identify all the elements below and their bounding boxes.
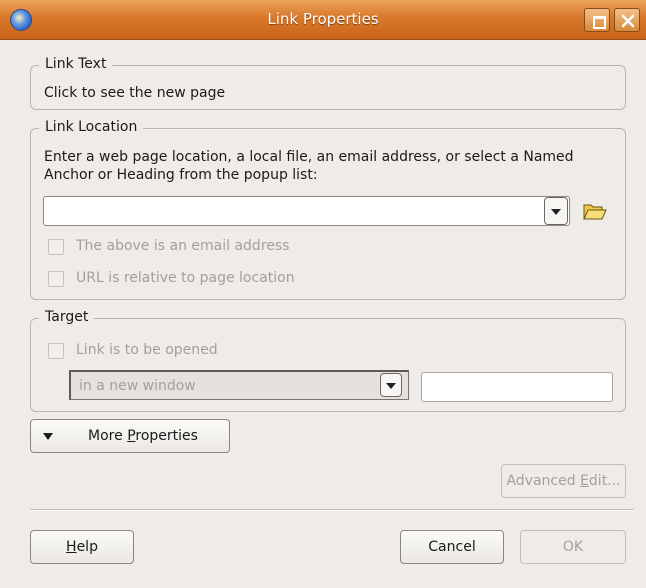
target-name-input[interactable]: [421, 372, 613, 402]
title-bar[interactable]: Link Properties: [0, 0, 646, 40]
link-location-group: Link Location Enter a web page location,…: [30, 119, 626, 300]
email-address-checkbox[interactable]: [48, 239, 64, 255]
advanced-edit-button[interactable]: Advanced Edit...: [501, 464, 626, 498]
link-properties-dialog: Link Properties Link Text Click to see t…: [0, 0, 646, 588]
more-properties-button[interactable]: More Properties: [30, 419, 230, 453]
maximize-button[interactable]: [584, 8, 610, 32]
relative-url-checkbox-label: URL is relative to page location: [76, 270, 295, 286]
help-label-post: elp: [76, 539, 98, 555]
relative-url-checkbox[interactable]: [48, 271, 64, 287]
close-icon: [621, 14, 635, 28]
target-group-label: Target: [39, 309, 95, 325]
expand-arrow-icon: [43, 433, 53, 440]
link-text-group: Link Text Click to see the new page: [30, 56, 626, 110]
cancel-label: Cancel: [428, 539, 476, 555]
advanced-edit-label-key: E: [580, 473, 589, 489]
ok-button[interactable]: OK: [520, 530, 626, 564]
target-window-select-value: in a new window: [79, 378, 196, 394]
url-input[interactable]: [43, 196, 570, 226]
window-title: Link Properties: [267, 10, 379, 28]
dialog-separator: [30, 509, 634, 511]
link-open-checkbox-label: Link is to be opened: [76, 342, 218, 358]
open-folder-icon[interactable]: [583, 201, 607, 221]
close-button[interactable]: [614, 8, 640, 32]
link-location-group-label: Link Location: [39, 119, 144, 135]
cancel-button[interactable]: Cancel: [400, 530, 504, 564]
more-properties-label-pre: More: [88, 428, 128, 444]
relative-url-option[interactable]: URL is relative to page location: [48, 270, 348, 290]
link-location-instructions-line1: Enter a web page location, a local file,…: [44, 149, 574, 165]
target-window-dropdown-button[interactable]: [380, 373, 402, 397]
link-location-instructions-line2: Anchor or Heading from the popup list:: [44, 167, 318, 183]
email-address-option[interactable]: The above is an email address: [48, 238, 348, 258]
link-open-checkbox[interactable]: [48, 343, 64, 359]
email-address-checkbox-label: The above is an email address: [76, 238, 290, 254]
more-properties-label-post: roperties: [135, 428, 198, 444]
help-label-key: H: [66, 539, 77, 555]
advanced-edit-label-post: dit...: [588, 473, 621, 489]
url-dropdown-button[interactable]: [544, 197, 568, 225]
target-group: Target Link is to be opened in a new win…: [30, 309, 626, 412]
help-button[interactable]: Help: [30, 530, 134, 564]
link-text-group-label: Link Text: [39, 56, 113, 72]
link-text-value: Click to see the new page: [44, 85, 226, 101]
ok-label: OK: [562, 539, 584, 555]
advanced-edit-label-pre: Advanced: [506, 473, 581, 489]
link-open-option[interactable]: Link is to be opened: [48, 342, 348, 362]
target-window-select[interactable]: in a new window: [69, 370, 409, 400]
